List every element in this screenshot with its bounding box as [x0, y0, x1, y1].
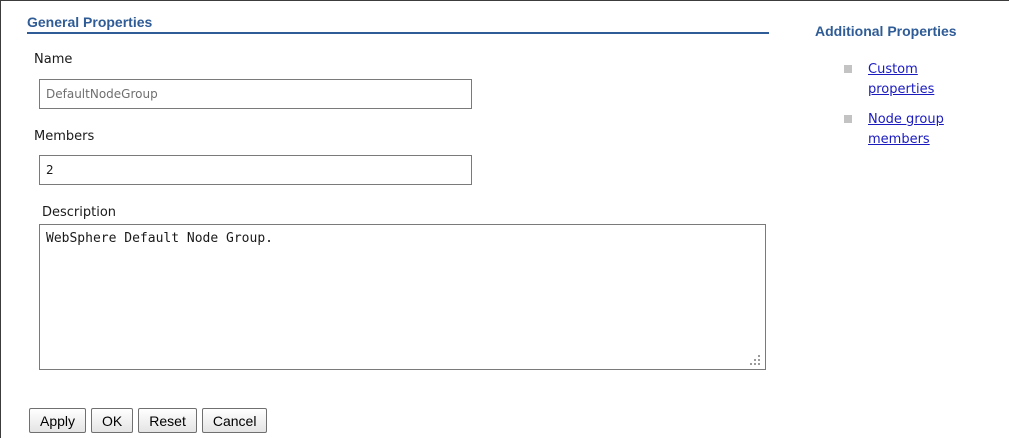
description-textarea[interactable]: WebSphere Default Node Group. [39, 224, 766, 370]
description-label: Description [42, 205, 117, 220]
form-buttons: Apply OK Reset Cancel [29, 408, 268, 433]
general-properties-divider [27, 32, 769, 34]
resize-grip-icon[interactable] [749, 354, 761, 366]
reset-button[interactable]: Reset [138, 408, 197, 433]
cancel-button[interactable]: Cancel [201, 408, 268, 433]
members-field[interactable]: 2 [39, 155, 472, 185]
custom-properties-link[interactable]: Custom properties [868, 62, 934, 97]
list-item: Custom properties [840, 60, 988, 100]
list-item: Node group members [840, 110, 988, 150]
bullet-icon [844, 65, 852, 73]
node-group-members-link[interactable]: Node group members [868, 112, 944, 147]
additional-properties-title: Additional Properties [815, 23, 957, 39]
name-field[interactable]: DefaultNodeGroup [39, 79, 472, 109]
name-label: Name [34, 52, 73, 67]
members-label: Members [34, 129, 95, 144]
bullet-icon [844, 115, 852, 123]
general-properties-title: General Properties [27, 14, 153, 30]
additional-properties-list: Custom properties Node group members [840, 60, 988, 160]
ok-button[interactable]: OK [91, 408, 134, 433]
apply-button[interactable]: Apply [29, 408, 87, 433]
